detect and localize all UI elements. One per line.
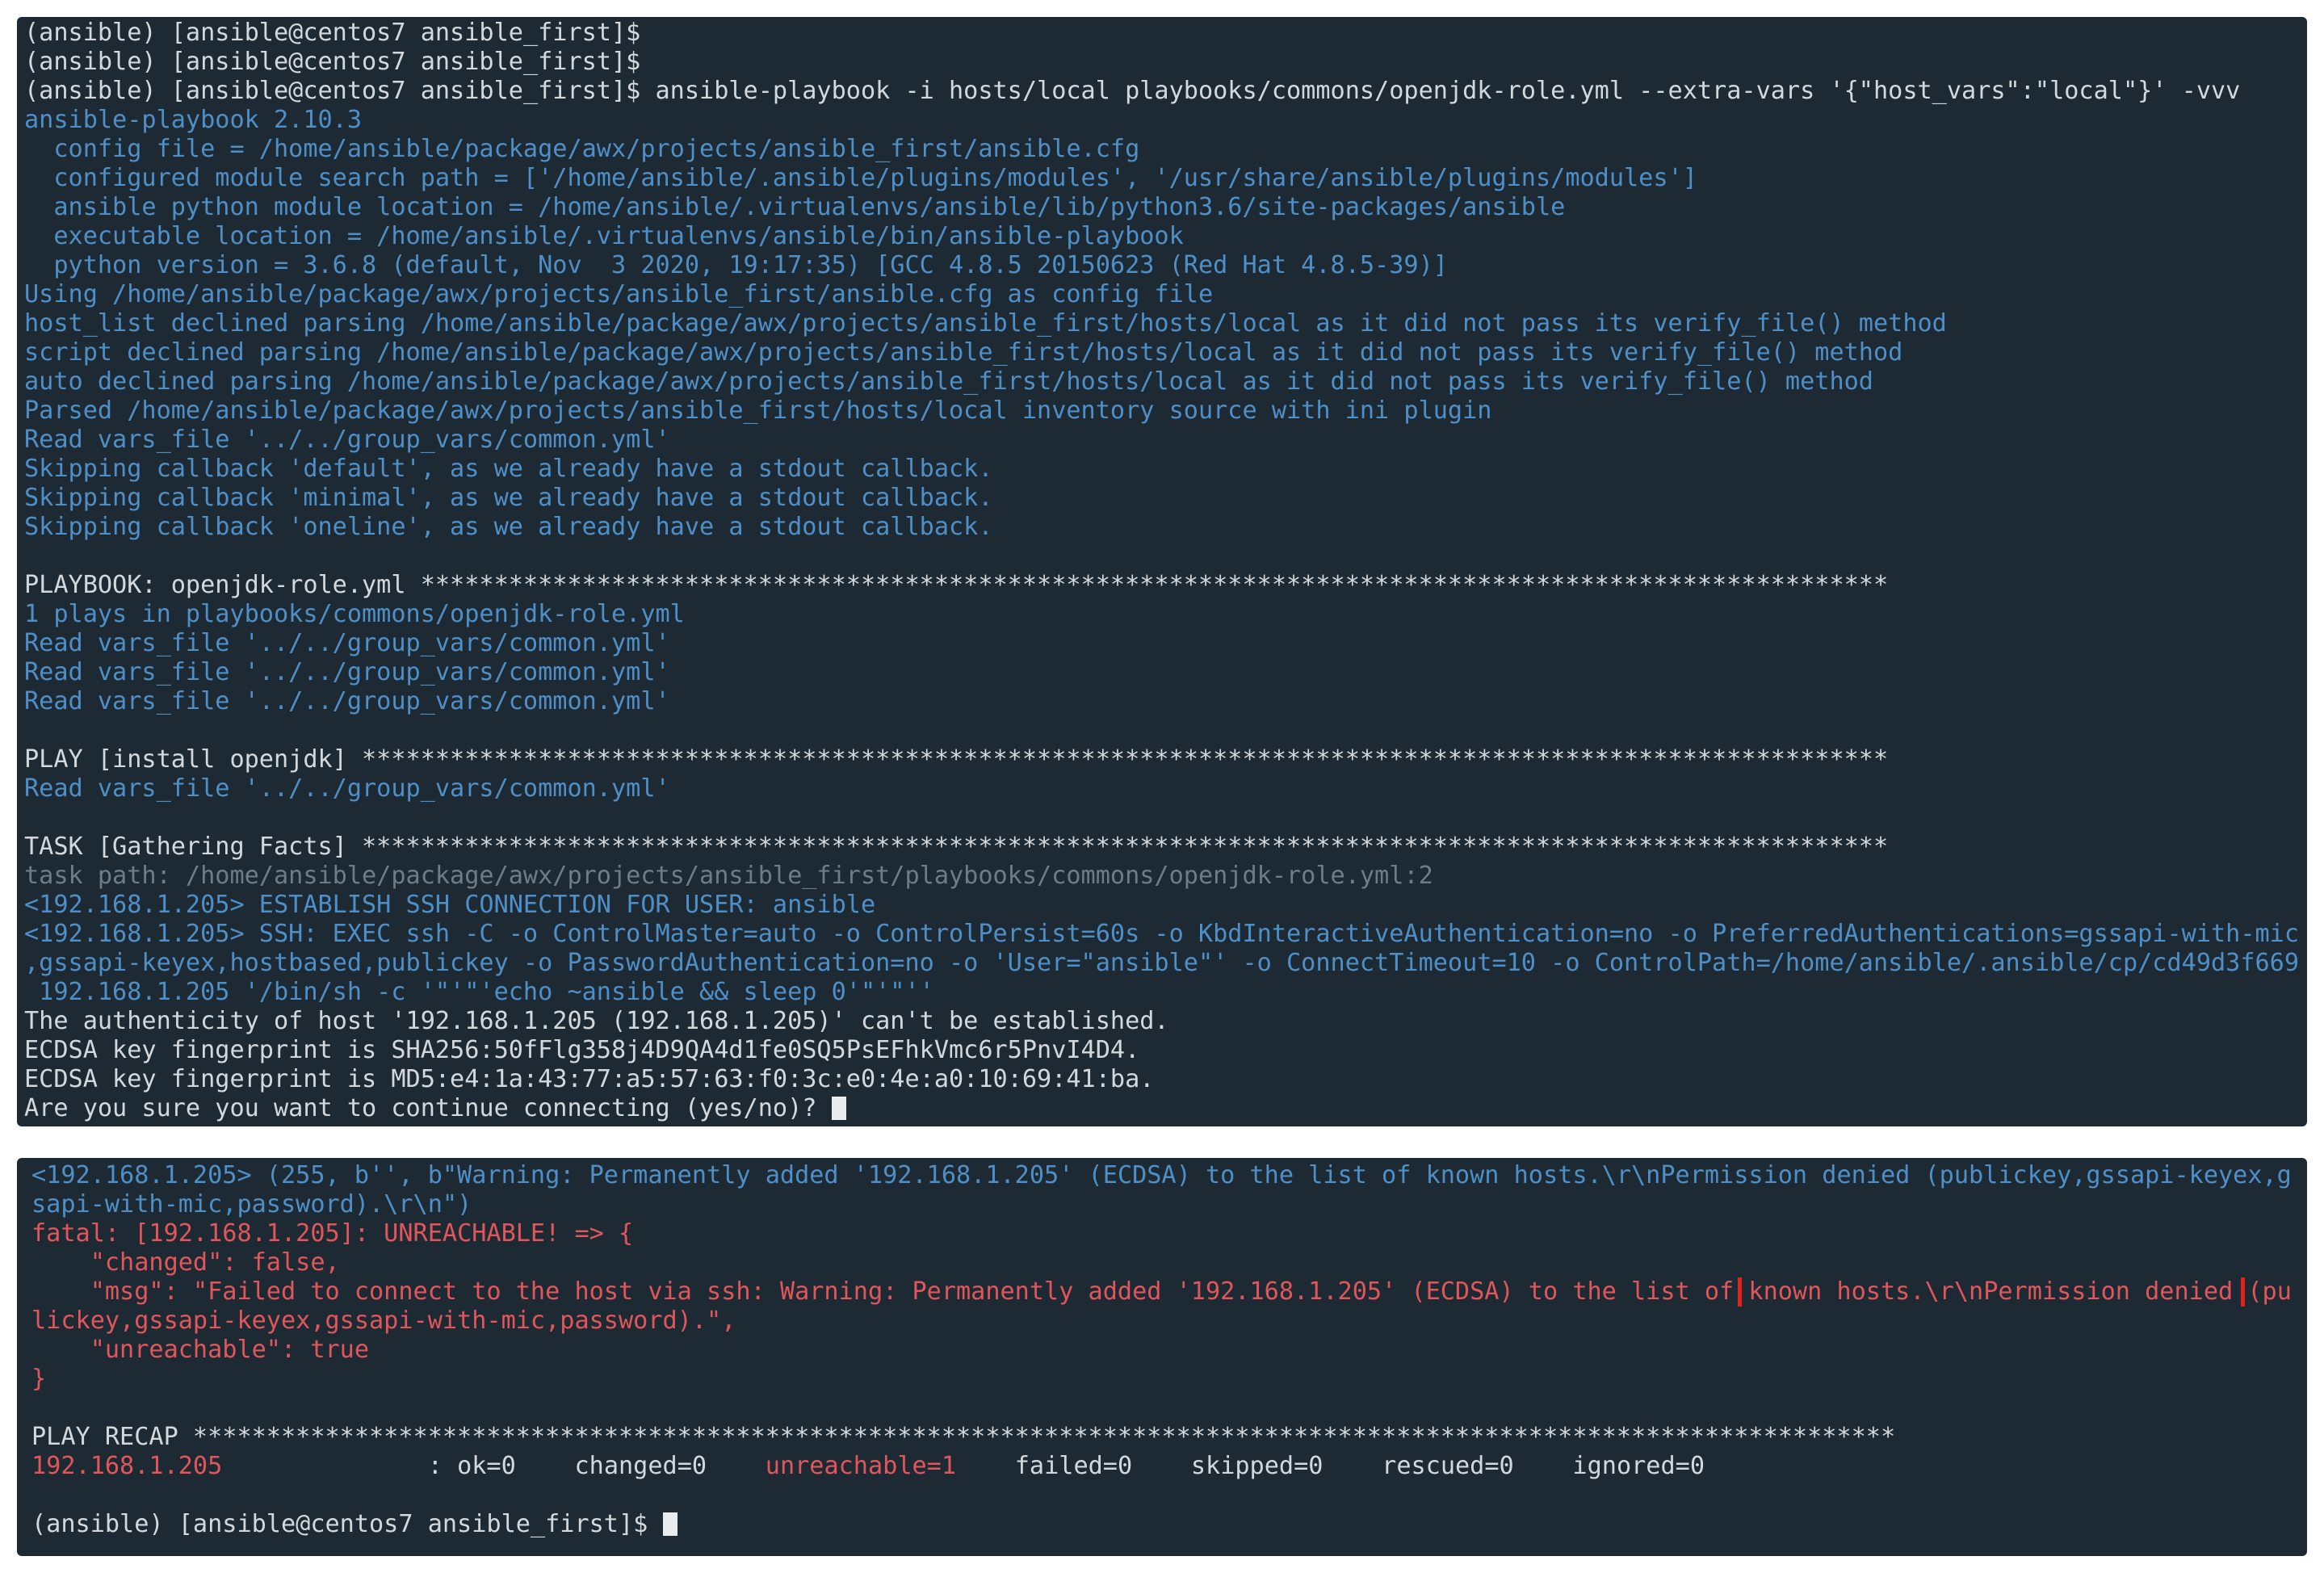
- terminal-line: host_list declined parsing /home/ansible…: [24, 309, 1947, 338]
- terminal-line: configured module search path = ['/home/…: [24, 164, 1697, 192]
- terminal-line: config file = /home/ansible/package/awx/…: [24, 135, 1140, 163]
- text-cursor: [831, 1097, 846, 1120]
- msg-prefix: "msg": "Failed to connect to the host vi…: [31, 1277, 1749, 1306]
- terminal-line: ansible-playbook 2.10.3: [24, 106, 363, 134]
- recap-separator: :: [222, 1452, 458, 1480]
- terminal-line: Using /home/ansible/package/awx/projects…: [24, 280, 1214, 308]
- terminal-line: (ansible) [ansible@centos7 ansible_first…: [24, 77, 2241, 105]
- terminal-line: Read vars_file '../../group_vars/common.…: [24, 658, 670, 686]
- terminal-line: Read vars_file '../../group_vars/common.…: [24, 629, 670, 657]
- prompt-text: Are you sure you want to continue connec…: [24, 1094, 832, 1122]
- terminal-line: script declined parsing /home/ansible/pa…: [24, 338, 1903, 367]
- fatal-unreachable-line: "unreachable": true: [31, 1336, 370, 1364]
- terminal-line: Read vars_file '../../group_vars/common.…: [24, 687, 670, 715]
- shell-prompt-line[interactable]: (ansible) [ansible@centos7 ansible_first…: [31, 1510, 2293, 1539]
- terminal-output: (ansible) [ansible@centos7 ansible_first…: [24, 19, 2300, 1094]
- text-cursor: [662, 1512, 677, 1536]
- terminal-line: TASK [Gathering Facts] *****************…: [24, 833, 1889, 861]
- fatal-close-brace: }: [31, 1365, 47, 1393]
- terminal-line: Skipping callback 'default', as we alrea…: [24, 455, 993, 483]
- terminal-line: The authenticity of host '192.168.1.205 …: [24, 1007, 1169, 1035]
- ssh-warning-line: sapi-with-mic,password).\r\n"): [31, 1190, 472, 1219]
- recap-unreachable: unreachable=1: [765, 1452, 957, 1480]
- fatal-msg-line: "msg": "Failed to connect to the host vi…: [31, 1277, 2293, 1307]
- ssh-confirm-prompt[interactable]: Are you sure you want to continue connec…: [24, 1094, 2300, 1123]
- recap-ok: ok=0: [457, 1452, 516, 1480]
- terminal-line: ECDSA key fingerprint is SHA256:50fFlg35…: [24, 1036, 1140, 1064]
- terminal-line: Read vars_file '../../group_vars/common.…: [24, 426, 670, 454]
- terminal-line: Skipping callback 'minimal', as we alrea…: [24, 484, 993, 512]
- terminal-line: (ansible) [ansible@centos7 ansible_first…: [24, 19, 641, 47]
- terminal-line: 1 plays in playbooks/commons/openjdk-rol…: [24, 600, 685, 628]
- recap-skipped: skipped=0: [1190, 1452, 1324, 1480]
- ssh-warning-line: <192.168.1.205> (255, b'', b"Warning: Pe…: [31, 1161, 2293, 1189]
- terminal-line: ,gssapi-keyex,hostbased,publickey -o Pas…: [24, 949, 2300, 977]
- terminal-line: executable location = /home/ansible/.vir…: [24, 222, 1184, 250]
- fatal-changed-line: "changed": false,: [31, 1248, 340, 1277]
- recap-ignored: ignored=0: [1572, 1452, 1705, 1480]
- recap-changed: changed=0: [574, 1452, 707, 1480]
- play-recap-row: 192.168.1.205 : ok=0 changed=0 unreachab…: [31, 1452, 2293, 1481]
- shell-prompt: (ansible) [ansible@centos7 ansible_first…: [31, 1510, 663, 1538]
- terminal-line: Skipping callback 'oneline', as we alrea…: [24, 513, 993, 541]
- terminal-window-bottom[interactable]: <192.168.1.205> (255, b'', b"Warning: Pe…: [17, 1158, 2307, 1556]
- play-recap-header: PLAY RECAP *****************************…: [31, 1423, 1896, 1451]
- recap-failed: failed=0: [1014, 1452, 1133, 1480]
- terminal-line: PLAYBOOK: openjdk-role.yml *************…: [24, 571, 1889, 599]
- terminal-window-top[interactable]: (ansible) [ansible@centos7 ansible_first…: [17, 17, 2307, 1126]
- terminal-line: python version = 3.6.8 (default, Nov 3 2…: [24, 251, 1448, 279]
- highlight-box: known hosts.\r\nPermission denied: [1748, 1277, 2234, 1306]
- terminal-line: 192.168.1.205 '/bin/sh -c '"'"'echo ~ans…: [24, 978, 934, 1006]
- terminal-line: ansible python module location = /home/a…: [24, 193, 1566, 221]
- terminal-line: <192.168.1.205> ESTABLISH SSH CONNECTION…: [24, 891, 876, 919]
- terminal-line: task path: /home/ansible/package/awx/pro…: [24, 862, 1433, 890]
- terminal-line: Read vars_file '../../group_vars/common.…: [24, 774, 670, 803]
- terminal-line: Parsed /home/ansible/package/awx/project…: [24, 396, 1492, 425]
- terminal-line: ECDSA key fingerprint is MD5:e4:1a:43:77…: [24, 1065, 1155, 1093]
- terminal-line: (ansible) [ansible@centos7 ansible_first…: [24, 48, 641, 76]
- fatal-line: fatal: [192.168.1.205]: UNREACHABLE! => …: [31, 1219, 634, 1248]
- recap-host: 192.168.1.205: [31, 1452, 223, 1480]
- terminal-line: <192.168.1.205> SSH: EXEC ssh -C -o Cont…: [24, 920, 2300, 948]
- terminal-line: PLAY [install openjdk] *****************…: [24, 745, 1889, 774]
- recap-rescued: rescued=0: [1382, 1452, 1514, 1480]
- fatal-msg-continuation: lickey,gssapi-keyex,gssapi-with-mic,pass…: [31, 1307, 736, 1335]
- terminal-line: auto declined parsing /home/ansible/pack…: [24, 367, 1873, 396]
